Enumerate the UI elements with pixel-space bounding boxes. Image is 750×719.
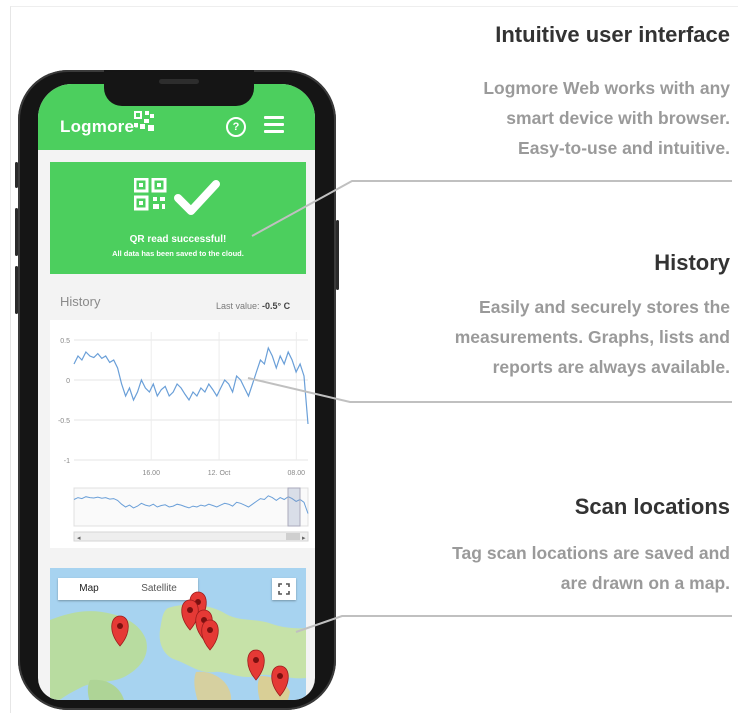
text-ui-1: Logmore Web works with any <box>483 78 730 98</box>
heading-scan-locations: Scan locations <box>574 494 730 519</box>
text-scan-2: are drawn on a map. <box>560 573 730 593</box>
text-ui-3: Easy-to-use and intuitive. <box>518 138 730 158</box>
text-ui-2: smart device with browser. <box>506 108 730 128</box>
text-history-1: Easily and securely stores the <box>479 297 730 317</box>
heading-history: History <box>654 250 730 275</box>
text-scan-1: Tag scan locations are saved and <box>452 543 730 563</box>
text-history-3: reports are always available. <box>492 357 730 377</box>
text-history-2: measurements. Graphs, lists and <box>454 327 730 347</box>
phone-notch <box>104 70 254 106</box>
heading-ui: Intuitive user interface <box>495 22 730 47</box>
